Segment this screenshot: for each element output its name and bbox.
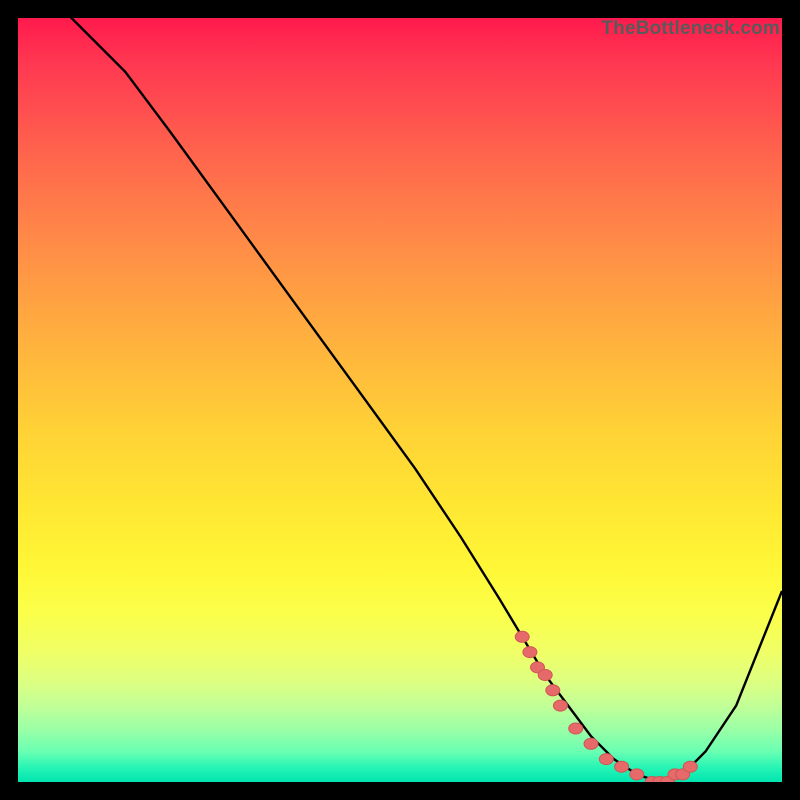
chart-frame: TheBottleneck.com xyxy=(18,18,782,782)
marker-group xyxy=(515,631,697,782)
marker-point xyxy=(546,685,560,696)
marker-layer xyxy=(18,18,782,782)
marker-point xyxy=(569,723,583,734)
marker-point xyxy=(683,761,697,772)
marker-point xyxy=(515,631,529,642)
watermark-text: TheBottleneck.com xyxy=(601,18,780,40)
marker-point xyxy=(599,754,613,765)
plot-area: TheBottleneck.com xyxy=(18,18,782,782)
marker-point xyxy=(615,761,629,772)
marker-point xyxy=(523,647,537,658)
marker-point xyxy=(630,769,644,780)
marker-point xyxy=(538,670,552,681)
marker-point xyxy=(553,700,567,711)
marker-point xyxy=(584,738,598,749)
